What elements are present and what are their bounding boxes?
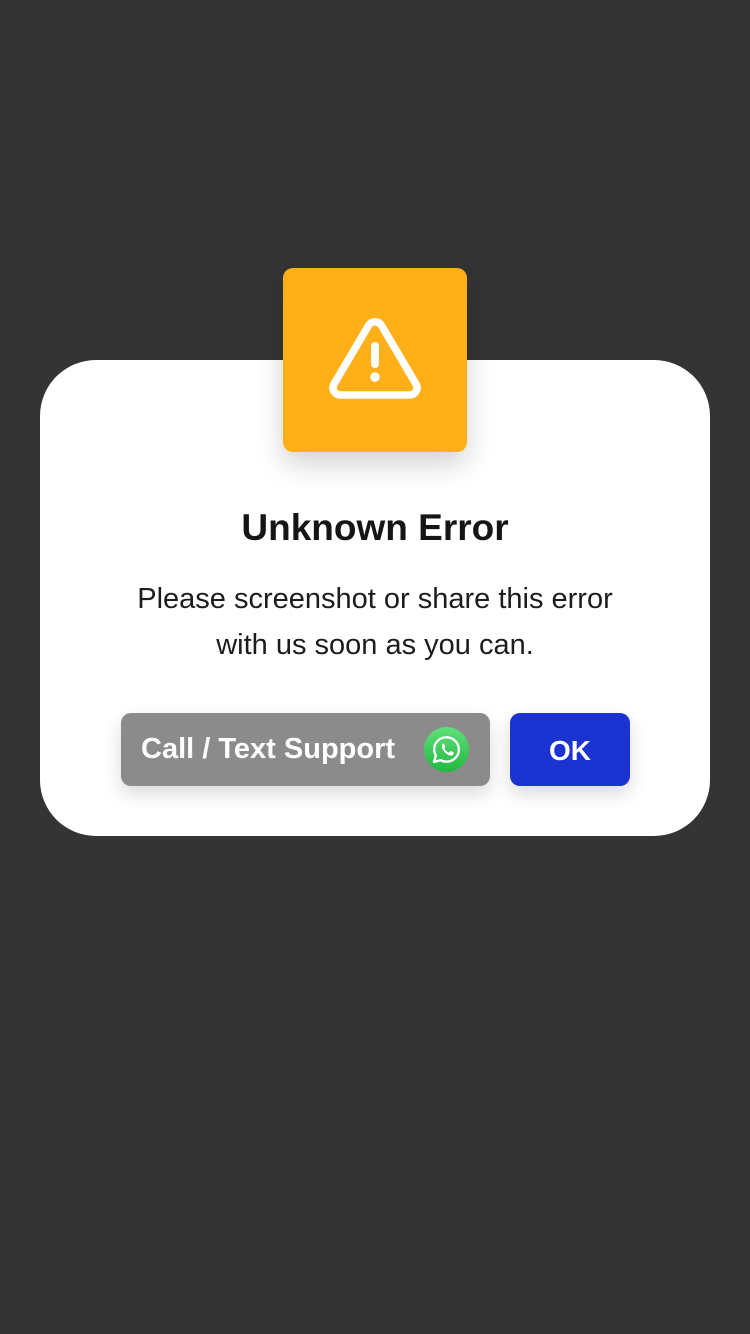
dialog-message: Please screenshot or share this error wi… xyxy=(137,583,613,661)
call-text-support-button[interactable]: Call / Text Support xyxy=(121,713,490,786)
ok-button[interactable]: OK xyxy=(510,713,630,786)
dialog-title: Unknown Error xyxy=(241,507,509,548)
whatsapp-icon xyxy=(423,726,470,773)
support-button-label: Call / Text Support xyxy=(141,733,396,765)
warning-badge xyxy=(283,268,467,452)
warning-triangle-icon xyxy=(329,318,421,399)
